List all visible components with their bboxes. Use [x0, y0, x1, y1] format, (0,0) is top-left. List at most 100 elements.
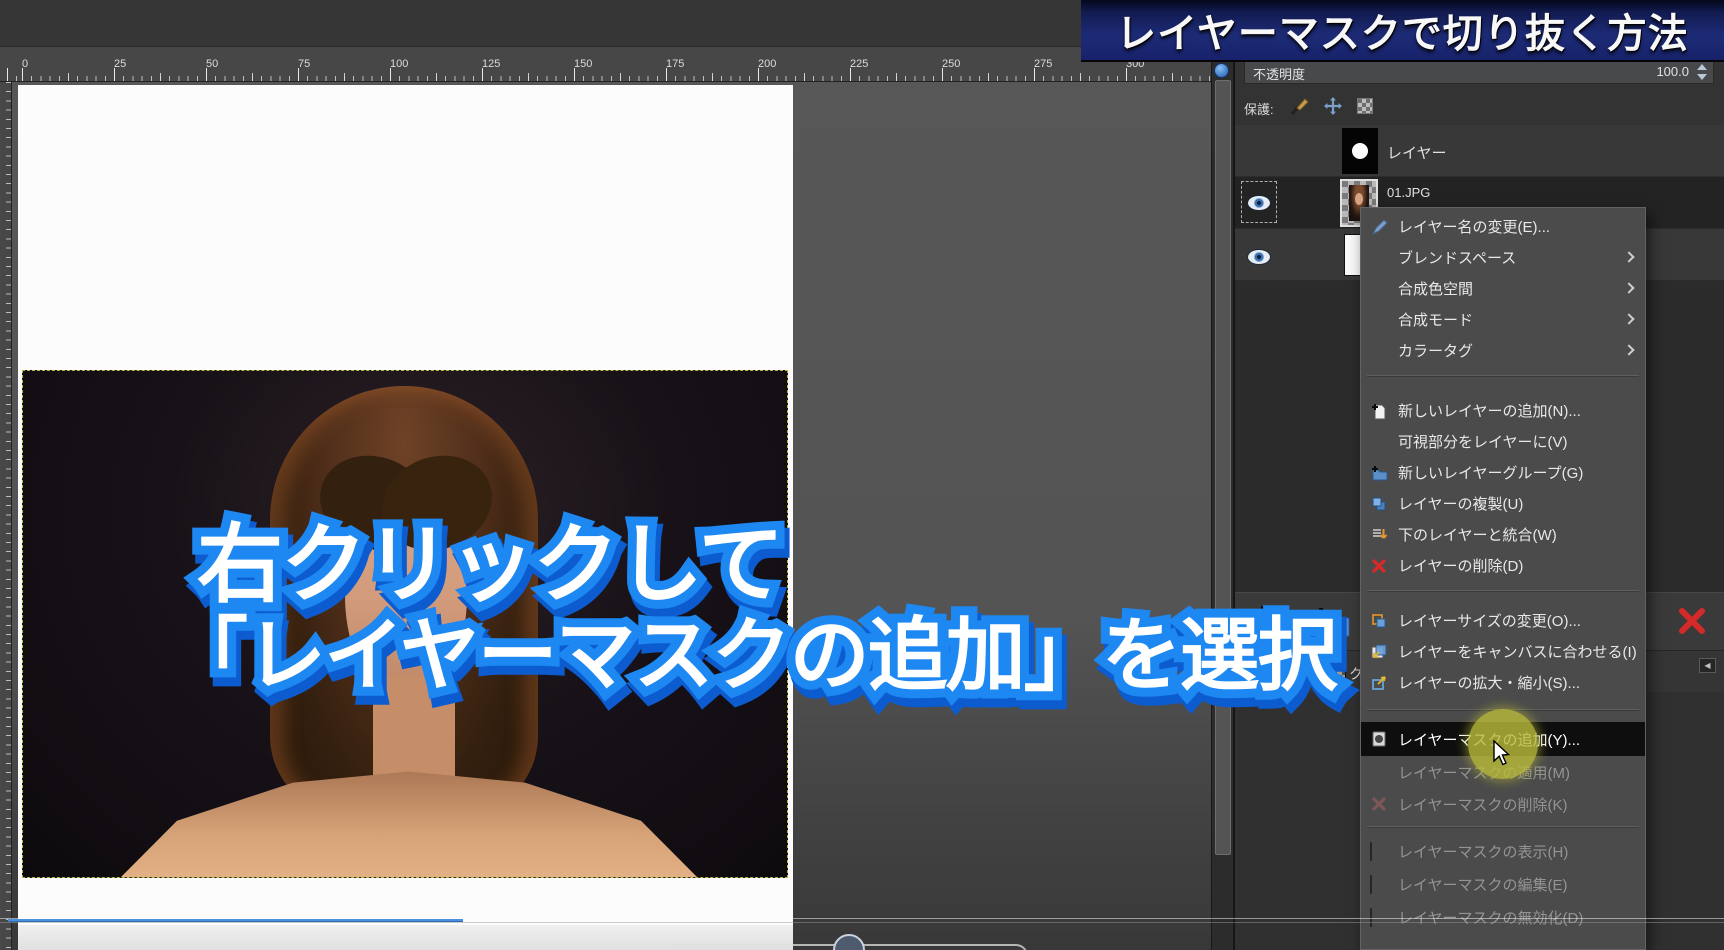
scale-icon: [1370, 674, 1390, 692]
canvas-vertical-scrollbar[interactable]: [1211, 47, 1234, 950]
opacity-label: 不透明度: [1253, 64, 1305, 83]
delete-x-icon: [1370, 557, 1390, 575]
lock-alpha-icon[interactable]: [1357, 98, 1373, 114]
menu-item-blend-space[interactable]: ブレンドスペース: [1361, 242, 1645, 273]
window-top-area: [0, 0, 1211, 47]
tab-configure-button[interactable]: ◀: [1699, 658, 1716, 673]
menu-item-label: レイヤーをキャンバスに合わせる(I): [1398, 641, 1637, 662]
ruler-ticks-minor: [6, 82, 11, 950]
menu-item-label: レイヤーマスクの表示(H): [1398, 841, 1568, 862]
thumbnail-face: [1355, 193, 1363, 205]
menu-separator: [1367, 826, 1639, 828]
video-progress-track-shadow: [0, 922, 1724, 923]
eye-icon[interactable]: [1247, 249, 1271, 265]
menu-item-label: レイヤーマスクの削除(K): [1398, 794, 1568, 815]
menu-item-delete-layer[interactable]: レイヤーの削除(D): [1361, 550, 1645, 581]
opacity-spinner[interactable]: [1697, 63, 1708, 81]
menu-item-new-layer-group[interactable]: 新しいレイヤーグループ(G): [1361, 457, 1645, 488]
empty-icon-slot: [1370, 763, 1390, 781]
checkbox-icon: [1370, 843, 1390, 861]
submenu-arrow-icon: [1623, 344, 1634, 355]
video-progress-watched[interactable]: [8, 919, 463, 922]
new-group-icon: [1370, 464, 1390, 482]
empty-icon-slot: [1370, 342, 1390, 360]
delete-mask-x-icon: [1370, 795, 1390, 813]
menu-item-edit-layer-mask[interactable]: レイヤーマスクの編集(E): [1361, 868, 1645, 901]
menu-item-scale-layer[interactable]: レイヤーの拡大・縮小(S)...: [1361, 667, 1645, 698]
canvas-navigation-button[interactable]: [1214, 63, 1229, 78]
mask-circle: [1352, 143, 1368, 159]
spin-down-icon[interactable]: [1697, 74, 1707, 80]
empty-icon-slot: [1370, 311, 1390, 329]
new-layer-icon: [1370, 402, 1390, 420]
mouse-cursor-icon: [1492, 740, 1514, 773]
menu-item-label: 可視部分をレイヤーに(V): [1398, 431, 1568, 452]
horizontal-ruler[interactable]: 0 25 50 75 100 125 150 175 200 225 250 2…: [0, 47, 1211, 82]
checkbox-icon: [1370, 876, 1390, 894]
opacity-value: 100.0: [1656, 64, 1689, 79]
layer-thumbnail-mask[interactable]: [1342, 128, 1378, 174]
duplicate-icon: [1370, 495, 1390, 513]
caption-line-2: 「レイヤーマスクの追加」を選択: [168, 614, 1336, 698]
menu-item-composite-space[interactable]: 合成色空間: [1361, 273, 1645, 304]
lock-position-move-icon[interactable]: [1323, 96, 1343, 116]
submenu-arrow-icon: [1623, 251, 1634, 262]
portrait-shoulders: [119, 767, 699, 878]
add-mask-icon: [1370, 730, 1390, 748]
menu-item-layer-boundary-size[interactable]: レイヤーサイズの変更(O)...: [1361, 605, 1645, 636]
fit-canvas-icon: [1370, 643, 1390, 661]
menu-item-label: レイヤーマスクの編集(E): [1398, 874, 1568, 895]
merge-down-icon: [1370, 526, 1390, 544]
resize-icon: [1370, 612, 1390, 630]
menu-separator: [1367, 375, 1639, 377]
menu-item-label: レイヤーの複製(U): [1398, 493, 1523, 514]
menu-item-label: 新しいレイヤーの追加(N)...: [1398, 400, 1581, 421]
layer-name[interactable]: レイヤー: [1387, 142, 1447, 163]
menu-item-label: 合成色空間: [1398, 278, 1473, 299]
submenu-arrow-icon: [1623, 313, 1634, 324]
vertical-ruler[interactable]: [0, 82, 12, 950]
empty-icon-slot: [1370, 249, 1390, 267]
lock-pixels-brush-icon[interactable]: [1290, 96, 1310, 116]
ruler-ticks-major: [0, 68, 1211, 81]
video-title-text: レイヤーマスクで切り抜く方法: [1116, 1, 1689, 59]
menu-item-label: カラータグ: [1398, 340, 1473, 361]
protect-label: 保護:: [1244, 99, 1274, 118]
delete-layer-button[interactable]: [1677, 607, 1707, 640]
menu-item-label: 合成モード: [1398, 309, 1473, 330]
layer-name[interactable]: 01.JPG: [1387, 185, 1430, 200]
layer-context-menu: レイヤー名の変更(E)... ブレンドスペース 合成色空間 合成モード カラータ…: [1360, 207, 1646, 950]
menu-item-composite-mode[interactable]: 合成モード: [1361, 304, 1645, 335]
menu-item-label: レイヤー名の変更(E)...: [1398, 216, 1550, 237]
eye-iris: [1254, 198, 1264, 208]
menu-item-label: レイヤーの拡大・縮小(S)...: [1398, 672, 1580, 693]
menu-item-label: ブレンドスペース: [1398, 247, 1516, 268]
menu-item-duplicate-layer[interactable]: レイヤーの複製(U): [1361, 488, 1645, 519]
menu-item-label: 下のレイヤーと統合(W): [1398, 524, 1557, 545]
menu-item-label: レイヤーの削除(D): [1398, 555, 1523, 576]
video-title-banner: レイヤーマスクで切り抜く方法: [1081, 0, 1724, 62]
menu-separator: [1367, 590, 1639, 592]
lock-row: 保護:: [1244, 96, 1714, 118]
scrollbar-thumb[interactable]: [1215, 80, 1231, 855]
eye-icon[interactable]: [1247, 195, 1271, 211]
caption-line-1: 右クリックして: [197, 520, 782, 610]
empty-icon-slot: [1370, 433, 1390, 451]
submenu-arrow-icon: [1623, 282, 1634, 293]
eye-iris: [1254, 252, 1264, 262]
spin-up-icon[interactable]: [1697, 64, 1707, 70]
gimp-tutorial-screenshot: 0 25 50 75 100 125 150 175 200 225 250 2…: [0, 0, 1724, 950]
layer-row-mask[interactable]: レイヤー: [1235, 125, 1724, 177]
menu-item-color-tag[interactable]: カラータグ: [1361, 335, 1645, 366]
menu-item-merge-down[interactable]: 下のレイヤーと統合(W): [1361, 519, 1645, 550]
empty-icon-slot: [1370, 280, 1390, 298]
menu-item-visible-to-layer[interactable]: 可視部分をレイヤーに(V): [1361, 426, 1645, 457]
menu-item-layer-to-canvas-size[interactable]: レイヤーをキャンバスに合わせる(I): [1361, 636, 1645, 667]
menu-item-delete-layer-mask[interactable]: レイヤーマスクの削除(K): [1361, 788, 1645, 820]
pencil-icon: [1370, 218, 1390, 236]
menu-item-show-layer-mask[interactable]: レイヤーマスクの表示(H): [1361, 835, 1645, 868]
menu-item-rename-layer[interactable]: レイヤー名の変更(E)...: [1361, 211, 1645, 242]
image-canvas[interactable]: [12, 82, 1211, 950]
menu-item-label: 新しいレイヤーグループ(G): [1398, 462, 1583, 483]
menu-item-new-layer[interactable]: 新しいレイヤーの追加(N)...: [1361, 395, 1645, 426]
